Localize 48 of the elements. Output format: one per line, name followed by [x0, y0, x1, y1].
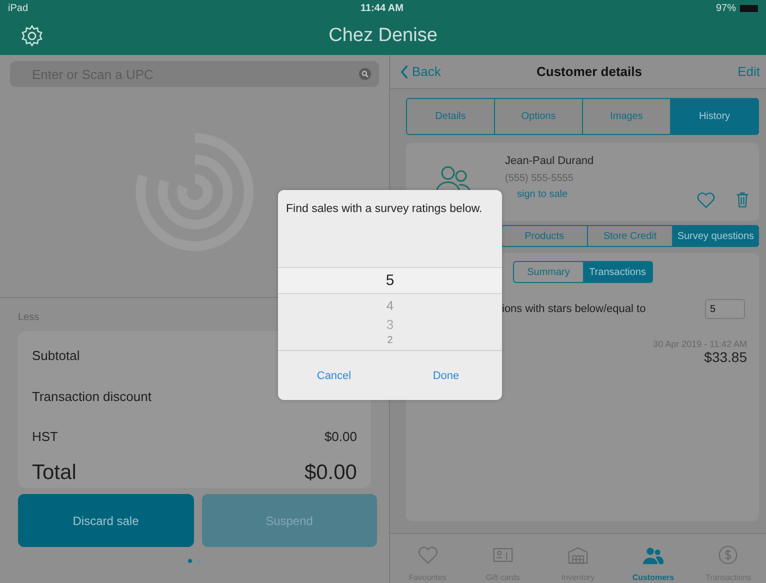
line-value: $0.00 [324, 429, 357, 444]
dialog-button[interactable]: Cancel [278, 351, 390, 400]
rating-input[interactable]: 5 [705, 299, 745, 319]
dollar-icon [717, 545, 740, 565]
line-label: Subtotal [32, 348, 80, 363]
tab[interactable]: Products [502, 226, 587, 246]
line-label: HST [32, 429, 58, 444]
trash-icon[interactable] [736, 191, 749, 208]
dialog-button[interactable]: Done [390, 351, 502, 400]
picker-option[interactable]: 4 [278, 296, 502, 315]
settings-icon[interactable] [20, 24, 44, 48]
dialog-message: Find sales with a survey ratings below. [285, 202, 484, 217]
battery-icon [740, 4, 758, 12]
tab[interactable]: Details [407, 99, 494, 134]
customer-name: Jean-Paul Durand [505, 155, 594, 167]
picker-option[interactable]: 2 [278, 334, 502, 347]
gift-card-icon [492, 545, 514, 565]
warehouse-icon [567, 545, 589, 565]
page-dot[interactable] [197, 559, 201, 563]
clock-time: 11:44 AM [360, 2, 404, 14]
total-label: Total [32, 460, 76, 485]
number-picker[interactable]: 5 4 3 2 [278, 267, 502, 351]
filter-label: ions with stars below/equal to [502, 303, 646, 315]
tab-bar-item[interactable]: Customers [616, 534, 691, 583]
heart-icon[interactable] [696, 191, 716, 209]
back-button[interactable]: Back [400, 64, 441, 79]
picker-option[interactable]: 5 [278, 267, 502, 294]
carrier-label: iPad [8, 2, 30, 14]
tab[interactable]: History [670, 99, 758, 134]
picker-option[interactable]: 3 [278, 315, 502, 334]
battery-level: 97% [716, 2, 736, 14]
assign-link[interactable]: sign to sale [517, 189, 594, 200]
people-icon [642, 545, 664, 565]
tab[interactable]: Survey questions [672, 226, 758, 246]
page-title: Customer details [536, 64, 642, 79]
view-tab[interactable]: Transactions [583, 262, 652, 282]
edit-button[interactable]: Edit [738, 64, 760, 79]
heart-icon [416, 545, 439, 565]
action-button[interactable]: Discard sale [18, 494, 194, 547]
view-tab[interactable]: Summary [514, 262, 583, 282]
total-value: $0.00 [304, 460, 357, 485]
chevron-left-icon [400, 64, 409, 78]
search-icon[interactable] [359, 68, 371, 80]
tab[interactable]: Options [494, 99, 582, 134]
transaction-amount: $33.85 [704, 349, 747, 365]
line-label: Transaction discount [32, 388, 152, 404]
app-title: Chez Denise [328, 24, 438, 46]
page-dot[interactable] [188, 559, 192, 563]
